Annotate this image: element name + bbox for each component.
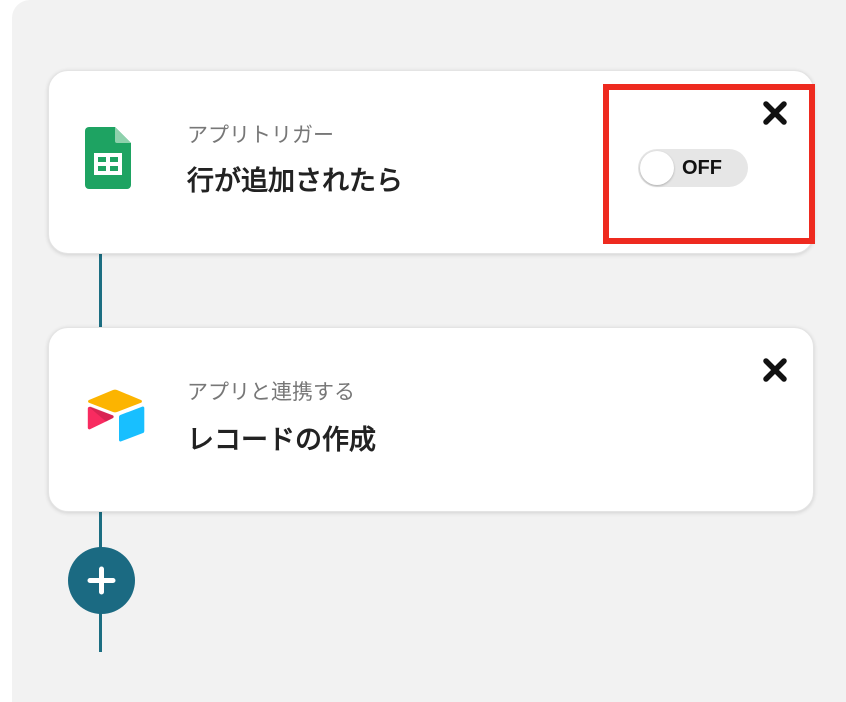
step-subtitle: アプリトリガー [187,123,334,147]
flow-connector [99,510,102,550]
step-subtitle: アプリと連携する [187,380,355,404]
airtable-icon [85,388,149,448]
add-step-button[interactable] [68,547,135,614]
flow-connector [99,612,102,652]
close-icon[interactable] [762,357,788,383]
step-title: レコードの作成 [187,425,376,456]
step-title: 行が追加されたら [187,166,403,197]
plus-icon [87,566,116,595]
flow-connector [99,252,102,328]
google-sheets-icon [85,127,131,195]
action-step-card[interactable]: アプリと連携する レコードの作成 [48,327,814,512]
highlight-box [603,84,815,244]
